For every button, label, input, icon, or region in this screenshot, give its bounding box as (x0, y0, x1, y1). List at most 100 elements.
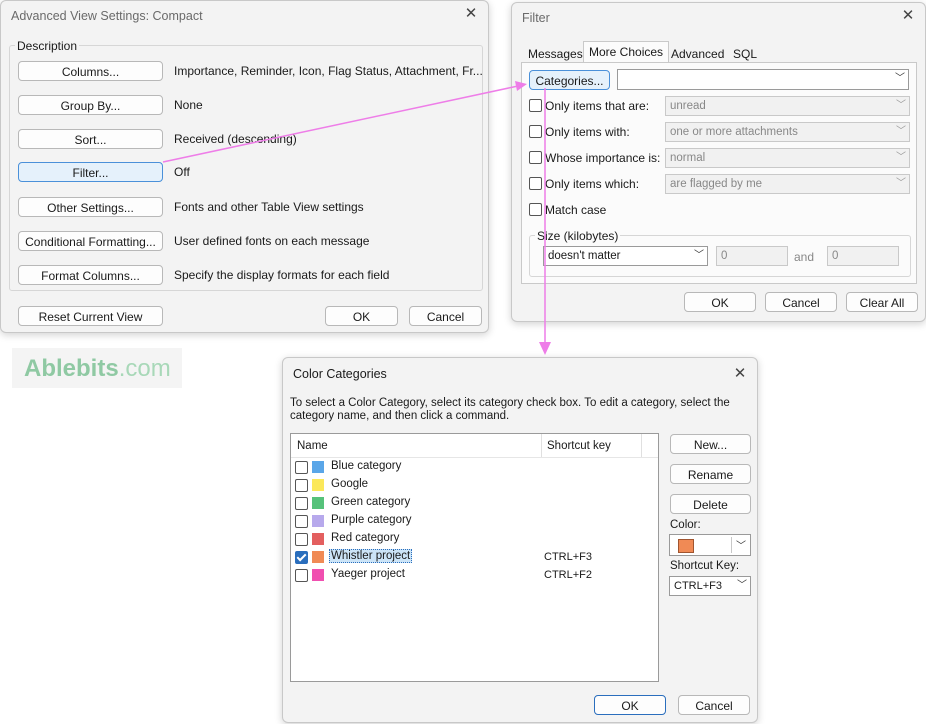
advanced-cancel-button[interactable]: Cancel (409, 306, 482, 326)
only-items-that-are-label: Only items that are: (545, 99, 650, 113)
size-min-input[interactable]: 0 (716, 246, 788, 266)
whose-importance-checkbox[interactable] (529, 151, 542, 164)
color-categories-window: Color Categories ✕ To select a Color Cat… (282, 357, 758, 723)
conditional-formatting-button[interactable]: Conditional Formatting... (18, 231, 163, 251)
category-checkbox[interactable] (295, 569, 308, 582)
category-checkbox-checked[interactable] (295, 551, 308, 564)
shortcut-key-label: Shortcut Key: (670, 560, 740, 572)
delete-button[interactable]: Delete (670, 494, 751, 514)
rename-button[interactable]: Rename (670, 464, 751, 484)
only-items-that-are-value: unread (670, 100, 706, 112)
list-item[interactable]: Yaeger project CTRL+F2 (291, 566, 658, 584)
sort-button[interactable]: Sort... (18, 129, 163, 149)
only-items-that-are-select[interactable]: unread ﹀ (665, 96, 910, 116)
only-items-with-select[interactable]: one or more attachments ﹀ (665, 122, 910, 142)
only-items-which-label: Only items which: (545, 177, 640, 191)
category-checkbox[interactable] (295, 497, 308, 510)
color-picker-swatch (678, 539, 694, 553)
tab-more-choices[interactable]: More Choices (583, 41, 670, 63)
only-items-with-label: Only items with: (545, 125, 630, 139)
filter-window-title: Filter (522, 11, 550, 25)
other-settings-button[interactable]: Other Settings... (18, 197, 163, 217)
close-icon[interactable]: ✕ (729, 363, 751, 385)
category-checkbox[interactable] (295, 479, 308, 492)
category-color-swatch (312, 461, 324, 473)
size-max-input[interactable]: 0 (827, 246, 899, 266)
color-picker-divider (731, 537, 732, 553)
advanced-view-settings-window: Advanced View Settings: Compact ✕ Descri… (0, 0, 489, 333)
only-items-that-are-checkbox[interactable] (529, 99, 542, 112)
category-color-swatch (312, 551, 324, 563)
size-select[interactable]: doesn't matter ﹀ (543, 246, 708, 266)
categories-field[interactable]: ﹀ (617, 69, 909, 90)
list-item[interactable]: Google (291, 476, 658, 494)
list-item[interactable]: Red category (291, 530, 658, 548)
category-color-swatch (312, 497, 324, 509)
only-items-with-checkbox[interactable] (529, 125, 542, 138)
sort-value: Received (descending) (174, 132, 297, 146)
reset-current-view-button[interactable]: Reset Current View (18, 306, 163, 326)
instructions-text: To select a Color Category, select its c… (290, 397, 730, 422)
category-checkbox[interactable] (295, 461, 308, 474)
format-columns-button[interactable]: Format Columns... (18, 265, 163, 285)
category-shortcut: CTRL+F2 (544, 569, 592, 581)
columns-button[interactable]: Columns... (18, 61, 163, 81)
category-name: Blue category (331, 460, 402, 472)
color-picker[interactable]: ﹀ (669, 534, 751, 556)
match-case-checkbox[interactable] (529, 203, 542, 216)
category-color-swatch (312, 479, 324, 491)
only-items-which-checkbox[interactable] (529, 177, 542, 190)
filter-value: Off (174, 165, 190, 179)
category-color-swatch (312, 533, 324, 545)
category-checkbox[interactable] (295, 533, 308, 546)
ablebits-logo-text: Ablebits.com (24, 355, 171, 383)
clear-all-button[interactable]: Clear All (846, 292, 918, 312)
only-items-which-value: are flagged by me (670, 178, 763, 190)
tab-sql[interactable]: SQL (727, 43, 763, 63)
new-category-button[interactable]: New... (670, 434, 751, 454)
whose-importance-select[interactable]: normal ﹀ (665, 148, 910, 168)
group-by-value: None (174, 98, 203, 112)
conditional-formatting-value: User defined fonts on each message (174, 234, 370, 248)
tab-messages[interactable]: Messages (522, 43, 589, 63)
category-name: Purple category (331, 514, 412, 526)
filter-button[interactable]: Filter... (18, 162, 163, 182)
only-items-which-select[interactable]: are flagged by me ﹀ (665, 174, 910, 194)
size-and-label: and (794, 250, 815, 264)
category-list[interactable]: Name Shortcut key Blue category Google G… (290, 433, 659, 682)
filter-cancel-button[interactable]: Cancel (765, 292, 837, 312)
list-item-selected[interactable]: Whistler project CTRL+F3 (291, 548, 658, 566)
list-item[interactable]: Blue category (291, 458, 658, 476)
filter-window: Filter ✕ Messages More Choices Advanced … (511, 2, 926, 322)
list-header: Name Shortcut key (291, 434, 658, 458)
match-case-label: Match case (545, 203, 607, 217)
tab-advanced[interactable]: Advanced (665, 43, 730, 63)
color-cancel-button[interactable]: Cancel (678, 695, 750, 715)
category-color-swatch (312, 515, 324, 527)
close-icon[interactable]: ✕ (460, 3, 482, 25)
column-header-name[interactable]: Name (297, 440, 328, 452)
category-name: Whistler project (329, 549, 413, 563)
category-name: Green category (331, 496, 411, 508)
list-item[interactable]: Purple category (291, 512, 658, 530)
close-icon[interactable]: ✕ (897, 5, 919, 27)
group-by-button[interactable]: Group By... (18, 95, 163, 115)
advanced-ok-button[interactable]: OK (325, 306, 398, 326)
description-label: Description (15, 39, 80, 53)
filter-ok-button[interactable]: OK (684, 292, 756, 312)
size-min-value: 0 (721, 250, 728, 262)
category-checkbox[interactable] (295, 515, 308, 528)
shortcut-key-select[interactable]: CTRL+F3 ﹀ (669, 576, 751, 596)
shortcut-key-value: CTRL+F3 (674, 580, 722, 592)
categories-button[interactable]: Categories... (529, 70, 610, 90)
chevron-down-icon: ﹀ (896, 126, 906, 137)
column-header-shortcut[interactable]: Shortcut key (547, 440, 611, 452)
chevron-down-icon: ﹀ (737, 580, 747, 591)
whose-importance-value: normal (670, 152, 706, 164)
category-shortcut: CTRL+F3 (544, 551, 592, 563)
chevron-down-icon: ﹀ (896, 152, 906, 163)
list-item[interactable]: Green category (291, 494, 658, 512)
header-divider (541, 434, 542, 457)
format-columns-value: Specify the display formats for each fie… (174, 268, 390, 282)
color-ok-button[interactable]: OK (594, 695, 666, 715)
